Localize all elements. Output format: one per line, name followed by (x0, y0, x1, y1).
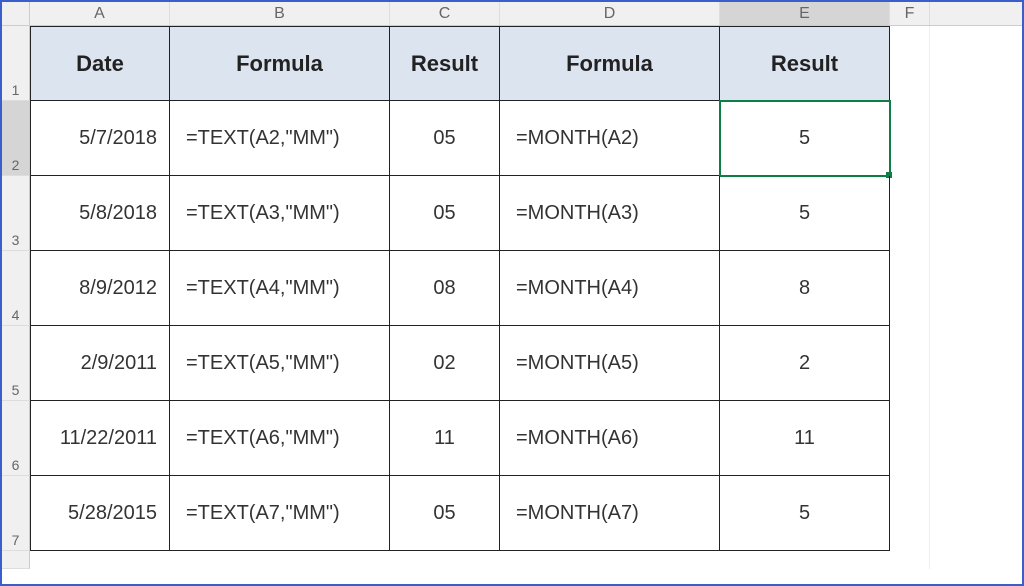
column-header-row: A B C D E F (2, 2, 1022, 26)
cell-result-text[interactable]: 05 (390, 101, 500, 176)
cell-formula-text[interactable]: =TEXT(A6,"MM") (170, 401, 390, 476)
cell-formula-text[interactable]: =TEXT(A5,"MM") (170, 326, 390, 401)
header-result-2[interactable]: Result (720, 26, 890, 101)
cell-result-text[interactable]: 02 (390, 326, 500, 401)
cell-formula-text[interactable]: =TEXT(A7,"MM") (170, 476, 390, 551)
cell-formula-month[interactable]: =MONTH(A6) (500, 401, 720, 476)
cell-formula-month[interactable]: =MONTH(A3) (500, 176, 720, 251)
cell-date[interactable]: 5/8/2018 (30, 176, 170, 251)
table-row-empty (2, 551, 1022, 569)
cell-formula-month[interactable]: =MONTH(A7) (500, 476, 720, 551)
table-row: 2 5/7/2018 =TEXT(A2,"MM") 05 =MONTH(A2) … (2, 101, 1022, 176)
cell-formula-month[interactable]: =MONTH(A4) (500, 251, 720, 326)
cell-result-month[interactable]: 2 (720, 326, 890, 401)
header-row-1: 1 Date Formula Result Formula Result (2, 26, 1022, 101)
cell-result-month[interactable]: 11 (720, 401, 890, 476)
cell-F5[interactable] (890, 326, 930, 401)
table-row: 3 5/8/2018 =TEXT(A3,"MM") 05 =MONTH(A3) … (2, 176, 1022, 251)
header-formula-2[interactable]: Formula (500, 26, 720, 101)
cell-F3[interactable] (890, 176, 930, 251)
cell-formula-month[interactable]: =MONTH(A2) (500, 101, 720, 176)
cell-formula-text[interactable]: =TEXT(A3,"MM") (170, 176, 390, 251)
grid-body: 1 Date Formula Result Formula Result 2 5… (2, 26, 1022, 584)
row-header-1[interactable]: 1 (2, 26, 30, 101)
cell-result-text[interactable]: 08 (390, 251, 500, 326)
cell-result-text[interactable]: 05 (390, 476, 500, 551)
spreadsheet: A B C D E F 1 Date Formula Result Formul… (2, 2, 1022, 584)
row-header-6[interactable]: 6 (2, 401, 30, 476)
col-header-E[interactable]: E (720, 2, 890, 25)
cell-result-month[interactable]: 5 (720, 476, 890, 551)
cell-formula-month[interactable]: =MONTH(A5) (500, 326, 720, 401)
table-row: 4 8/9/2012 =TEXT(A4,"MM") 08 =MONTH(A4) … (2, 251, 1022, 326)
cell-result-month[interactable]: 5 (720, 101, 890, 176)
cell-result-text[interactable]: 05 (390, 176, 500, 251)
cell-date[interactable]: 5/7/2018 (30, 101, 170, 176)
cell-F6[interactable] (890, 401, 930, 476)
table-row: 5 2/9/2011 =TEXT(A5,"MM") 02 =MONTH(A5) … (2, 326, 1022, 401)
col-header-F[interactable]: F (890, 2, 930, 25)
cell-date[interactable]: 2/9/2011 (30, 326, 170, 401)
header-date[interactable]: Date (30, 26, 170, 101)
table-row: 7 5/28/2015 =TEXT(A7,"MM") 05 =MONTH(A7)… (2, 476, 1022, 551)
header-result-1[interactable]: Result (390, 26, 500, 101)
row-header-3[interactable]: 3 (2, 176, 30, 251)
cell-F2[interactable] (890, 101, 930, 176)
cell-F8[interactable] (890, 551, 930, 569)
cell-result-month[interactable]: 5 (720, 176, 890, 251)
cell-E8[interactable] (720, 551, 890, 569)
cell-F4[interactable] (890, 251, 930, 326)
cell-date[interactable]: 8/9/2012 (30, 251, 170, 326)
row-header-8[interactable] (2, 551, 30, 569)
col-header-B[interactable]: B (170, 2, 390, 25)
col-header-A[interactable]: A (30, 2, 170, 25)
cell-F7[interactable] (890, 476, 930, 551)
cell-D8[interactable] (500, 551, 720, 569)
cell-C8[interactable] (390, 551, 500, 569)
cell-date[interactable]: 11/22/2011 (30, 401, 170, 476)
row-header-7[interactable]: 7 (2, 476, 30, 551)
col-header-C[interactable]: C (390, 2, 500, 25)
row-header-4[interactable]: 4 (2, 251, 30, 326)
cell-B8[interactable] (170, 551, 390, 569)
cell-formula-text[interactable]: =TEXT(A2,"MM") (170, 101, 390, 176)
row-header-2[interactable]: 2 (2, 101, 30, 176)
row-header-5[interactable]: 5 (2, 326, 30, 401)
cell-result-month[interactable]: 8 (720, 251, 890, 326)
cell-A8[interactable] (30, 551, 170, 569)
header-formula-1[interactable]: Formula (170, 26, 390, 101)
cell-date[interactable]: 5/28/2015 (30, 476, 170, 551)
cell-F1[interactable] (890, 26, 930, 101)
select-all-corner[interactable] (2, 2, 30, 25)
cell-result-text[interactable]: 11 (390, 401, 500, 476)
table-row: 6 11/22/2011 =TEXT(A6,"MM") 11 =MONTH(A6… (2, 401, 1022, 476)
col-header-D[interactable]: D (500, 2, 720, 25)
cell-formula-text[interactable]: =TEXT(A4,"MM") (170, 251, 390, 326)
